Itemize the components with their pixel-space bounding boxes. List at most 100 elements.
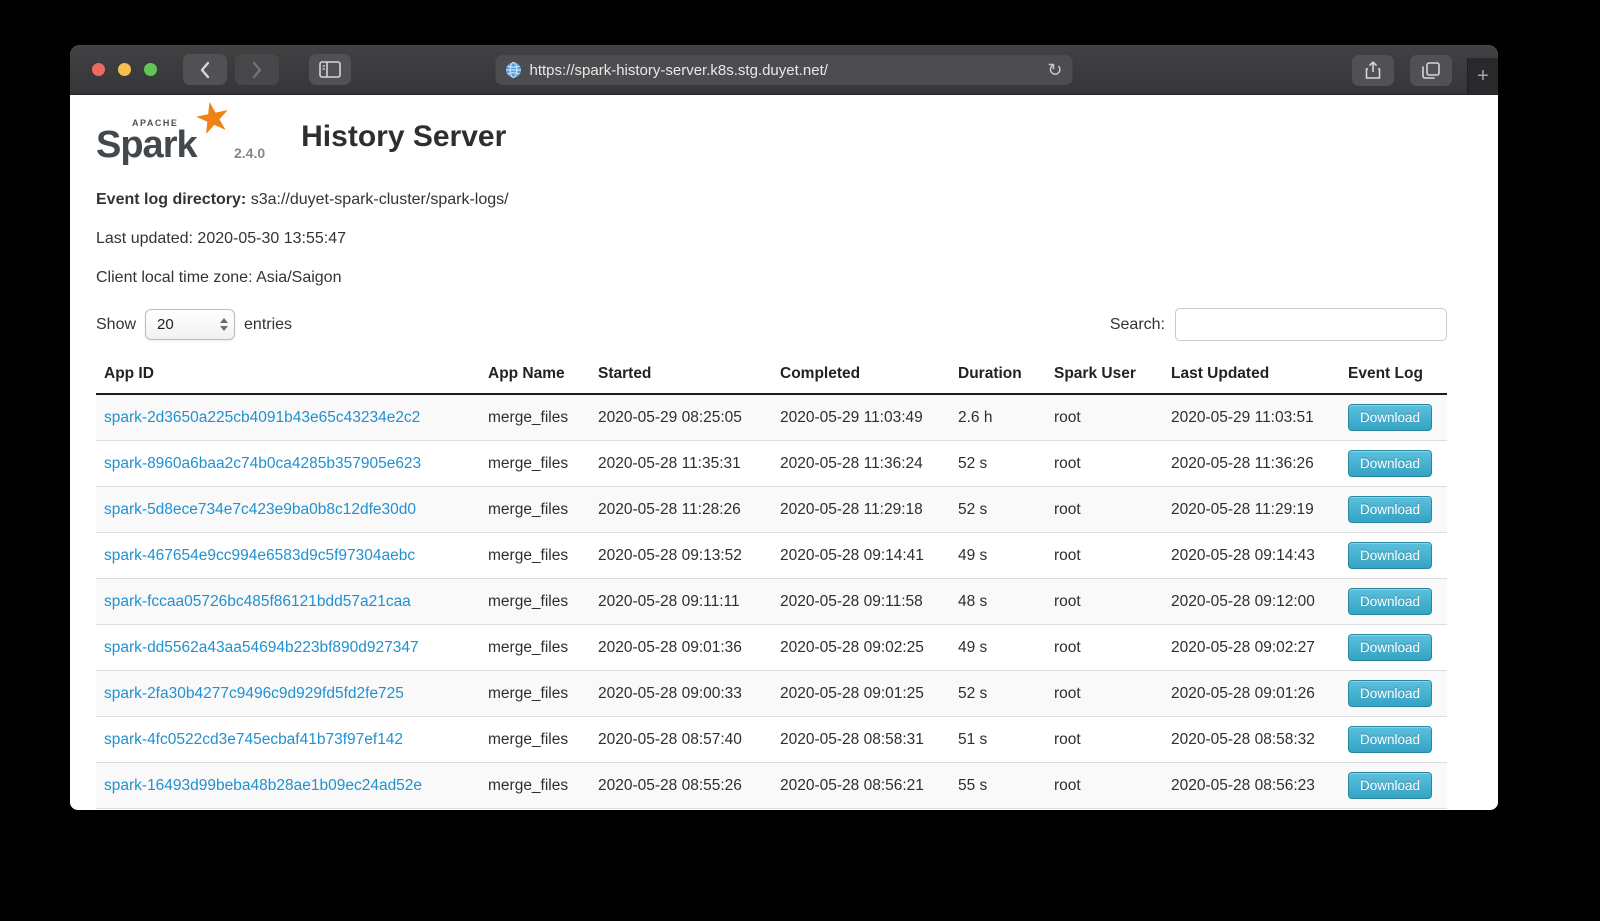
- cell-duration: 48 s: [950, 579, 1046, 625]
- cell-app-id: spark-467654e9cc994e6583d9c5f97304aebc: [96, 533, 480, 579]
- share-button[interactable]: [1352, 55, 1394, 86]
- cell-event-log: Download: [1340, 394, 1447, 441]
- app-id-link[interactable]: spark-467654e9cc994e6583d9c5f97304aebc: [104, 547, 415, 564]
- column-header-duration[interactable]: Duration: [950, 356, 1046, 394]
- select-stepper-icon: [220, 318, 228, 331]
- download-button[interactable]: Download: [1348, 588, 1432, 615]
- cell-app-name: merge_files: [480, 579, 590, 625]
- cell-last-updated: 2020-05-28 08:58:32: [1163, 717, 1340, 763]
- show-label: Show: [96, 316, 136, 334]
- sidebar-toggle-button[interactable]: [309, 54, 351, 85]
- cell-started: 2020-05-28 09:13:52: [590, 533, 772, 579]
- cell-last-updated: 2020-05-28 09:12:00: [1163, 579, 1340, 625]
- cell-spark-user: root: [1046, 625, 1163, 671]
- tab-overview-button[interactable]: [1410, 55, 1452, 86]
- cell-app-name: merge_files: [480, 717, 590, 763]
- download-button[interactable]: Download: [1348, 542, 1432, 569]
- column-header-app-name[interactable]: App Name: [480, 356, 590, 394]
- app-id-link[interactable]: spark-2d3650a225cb4091b43e65c43234e2c2: [104, 409, 420, 426]
- column-header-started[interactable]: Started: [590, 356, 772, 394]
- cell-completed: 2020-05-28 08:56:21: [772, 763, 950, 809]
- column-header-app-id[interactable]: App ID: [96, 356, 480, 394]
- cell-completed: 2020-05-28 11:36:24: [772, 441, 950, 487]
- cell-duration: 51 s: [950, 717, 1046, 763]
- traffic-lights: [92, 63, 157, 76]
- download-button[interactable]: Download: [1348, 680, 1432, 707]
- cell-completed: 2020-05-28 09:02:25: [772, 625, 950, 671]
- cell-event-log: Download: [1340, 579, 1447, 625]
- column-header-completed[interactable]: Completed: [772, 356, 950, 394]
- cell-last-updated: 2020-05-28 09:02:27: [1163, 625, 1340, 671]
- app-id-link[interactable]: spark-16493d99beba48b28ae1b09ec24ad52e: [104, 777, 422, 794]
- app-id-link[interactable]: spark-fccaa05726bc485f86121bdd57a21caa: [104, 593, 411, 610]
- download-button[interactable]: Download: [1348, 404, 1432, 431]
- cell-app-name: merge_files: [480, 809, 590, 810]
- cell-app-id: spark-5d8ece734e7c423e9ba0b8c12dfe30d0: [96, 487, 480, 533]
- browser-titlebar: https://spark-history-server.k8s.stg.duy…: [70, 45, 1498, 95]
- column-header-spark-user[interactable]: Spark User: [1046, 356, 1163, 394]
- sidebar-icon: [319, 61, 341, 78]
- cell-spark-user: root: [1046, 579, 1163, 625]
- cell-started: 2020-05-28 08:57:40: [590, 717, 772, 763]
- app-id-link[interactable]: spark-5d8ece734e7c423e9ba0b8c12dfe30d0: [104, 501, 416, 518]
- cell-last-updated: 2020-05-28 11:29:19: [1163, 487, 1340, 533]
- cell-duration: 52 s: [950, 671, 1046, 717]
- minimize-window-button[interactable]: [118, 63, 131, 76]
- cell-event-log: Download: [1340, 487, 1447, 533]
- cell-duration: 1.3 min: [950, 809, 1046, 810]
- cell-app-id: spark-87301b89320f4a3fb671a904c4fad799: [96, 809, 480, 810]
- cell-started: 2020-05-28 11:28:26: [590, 487, 772, 533]
- cell-started: 2020-05-28 09:00:33: [590, 671, 772, 717]
- download-button[interactable]: Download: [1348, 496, 1432, 523]
- new-tab-button[interactable]: +: [1467, 58, 1498, 94]
- search-label: Search:: [1110, 316, 1165, 334]
- cell-last-updated: 2020-05-28 11:36:26: [1163, 441, 1340, 487]
- page-length-select[interactable]: 20: [145, 309, 235, 340]
- column-header-last-updated[interactable]: Last Updated: [1163, 356, 1340, 394]
- back-button[interactable]: [183, 54, 227, 85]
- table-row: spark-8960a6baa2c74b0ca4285b357905e623 me…: [96, 441, 1447, 487]
- cell-started: 2020-05-29 08:25:05: [590, 394, 772, 441]
- download-button[interactable]: Download: [1348, 726, 1432, 753]
- table-row: spark-5d8ece734e7c423e9ba0b8c12dfe30d0 me…: [96, 487, 1447, 533]
- event-log-directory-label: Event log directory:: [96, 191, 246, 208]
- cell-last-updated: 2020-05-28 08:55:30: [1163, 809, 1340, 810]
- page-length-value: 20: [157, 316, 174, 333]
- browser-window: https://spark-history-server.k8s.stg.duy…: [70, 45, 1498, 810]
- cell-app-name: merge_files: [480, 441, 590, 487]
- app-id-link[interactable]: spark-dd5562a43aa54694b223bf890d927347: [104, 639, 419, 656]
- cell-started: 2020-05-28 09:11:11: [590, 579, 772, 625]
- address-bar[interactable]: https://spark-history-server.k8s.stg.duy…: [496, 55, 1073, 85]
- download-button[interactable]: Download: [1348, 772, 1432, 799]
- toolbar-right: [1352, 55, 1452, 86]
- close-window-button[interactable]: [92, 63, 105, 76]
- table-header-row: App IDApp NameStartedCompletedDurationSp…: [96, 356, 1447, 394]
- zoom-window-button[interactable]: [144, 63, 157, 76]
- search-input[interactable]: [1175, 308, 1447, 341]
- cell-app-id: spark-4fc0522cd3e745ecbaf41b73f97ef142: [96, 717, 480, 763]
- cell-last-updated: 2020-05-28 09:14:43: [1163, 533, 1340, 579]
- url-text[interactable]: https://spark-history-server.k8s.stg.duy…: [530, 62, 1040, 79]
- search-control: Search:: [1110, 308, 1447, 341]
- cell-completed: 2020-05-28 08:55:28: [772, 809, 950, 810]
- app-id-link[interactable]: spark-4fc0522cd3e745ecbaf41b73f97ef142: [104, 731, 403, 748]
- cell-app-name: merge_files: [480, 487, 590, 533]
- forward-button[interactable]: [235, 54, 279, 85]
- app-id-link[interactable]: spark-8960a6baa2c74b0ca4285b357905e623: [104, 455, 421, 472]
- cell-app-id: spark-2d3650a225cb4091b43e65c43234e2c2: [96, 394, 480, 441]
- cell-last-updated: 2020-05-28 08:56:23: [1163, 763, 1340, 809]
- plus-icon: +: [1477, 65, 1489, 88]
- app-id-link[interactable]: spark-2fa30b4277c9496c9d929fd5fd2fe725: [104, 685, 404, 702]
- page-content: APACHE Spark ★ 2.4.0 History Server Even…: [70, 95, 1498, 809]
- reload-button[interactable]: ↻: [1047, 61, 1062, 79]
- globe-favicon-icon: [506, 62, 522, 78]
- column-header-event-log[interactable]: Event Log: [1340, 356, 1447, 394]
- cell-completed: 2020-05-29 11:03:49: [772, 394, 950, 441]
- cell-spark-user: root: [1046, 763, 1163, 809]
- timezone-line: Client local time zone: Asia/Saigon: [96, 269, 1447, 287]
- table-row: spark-2d3650a225cb4091b43e65c43234e2c2me…: [96, 394, 1447, 441]
- download-button[interactable]: Download: [1348, 450, 1432, 477]
- table-row: spark-dd5562a43aa54694b223bf890d927347me…: [96, 625, 1447, 671]
- cell-event-log: Download: [1340, 671, 1447, 717]
- download-button[interactable]: Download: [1348, 634, 1432, 661]
